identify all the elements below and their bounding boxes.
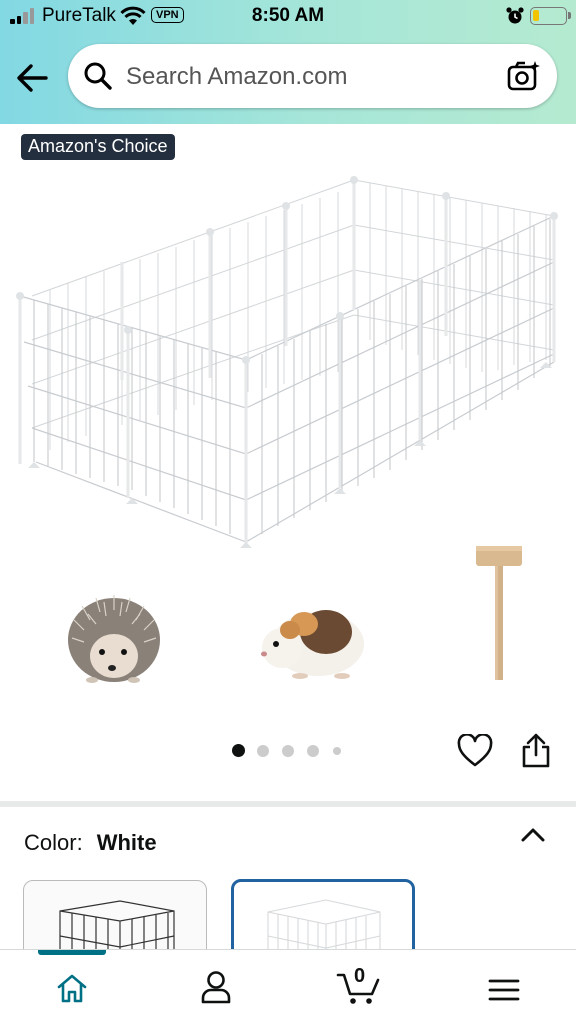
clock: 8:50 AM — [251, 5, 325, 26]
home-icon[interactable] — [56, 972, 88, 1004]
carousel-dot[interactable] — [333, 747, 341, 755]
amazons-choice-badge: Amazon's Choice — [21, 134, 175, 160]
heart-icon[interactable] — [457, 734, 493, 768]
account-icon[interactable] — [200, 970, 232, 1004]
color-selector-label: Color: White — [24, 830, 157, 856]
search-icon — [84, 62, 112, 90]
chevron-up-icon[interactable] — [520, 826, 546, 844]
hedgehog-image — [68, 595, 160, 683]
app-header: PureTalk VPN 8:50 AM Search Amazon.com — [0, 0, 576, 124]
active-tab-indicator — [38, 950, 106, 955]
carousel-dot[interactable] — [282, 745, 294, 757]
carousel-dot-active[interactable] — [232, 744, 245, 757]
back-arrow-icon[interactable] — [14, 60, 52, 96]
cart-count: 0 — [354, 965, 366, 987]
bottom-tab-bar — [0, 949, 576, 1024]
search-bar[interactable]: Search Amazon.com — [68, 44, 557, 108]
color-label: Color: — [24, 830, 83, 855]
search-input[interactable]: Search Amazon.com — [126, 63, 347, 91]
alarm-icon — [506, 7, 524, 24]
color-value: White — [96, 830, 157, 855]
carousel-dot[interactable] — [257, 745, 269, 757]
image-carousel-dots[interactable] — [232, 744, 352, 758]
wooden-mallet-image — [476, 546, 522, 680]
status-bar: PureTalk VPN 8:50 AM — [0, 0, 576, 34]
menu-icon[interactable] — [488, 978, 520, 1002]
battery-icon — [530, 7, 571, 25]
camera-search-icon[interactable] — [507, 60, 541, 92]
guinea-pig-image — [261, 610, 364, 679]
section-divider — [0, 801, 576, 807]
product-image-playpen[interactable] — [10, 170, 566, 560]
carousel-dot[interactable] — [307, 745, 319, 757]
share-icon[interactable] — [520, 733, 552, 769]
